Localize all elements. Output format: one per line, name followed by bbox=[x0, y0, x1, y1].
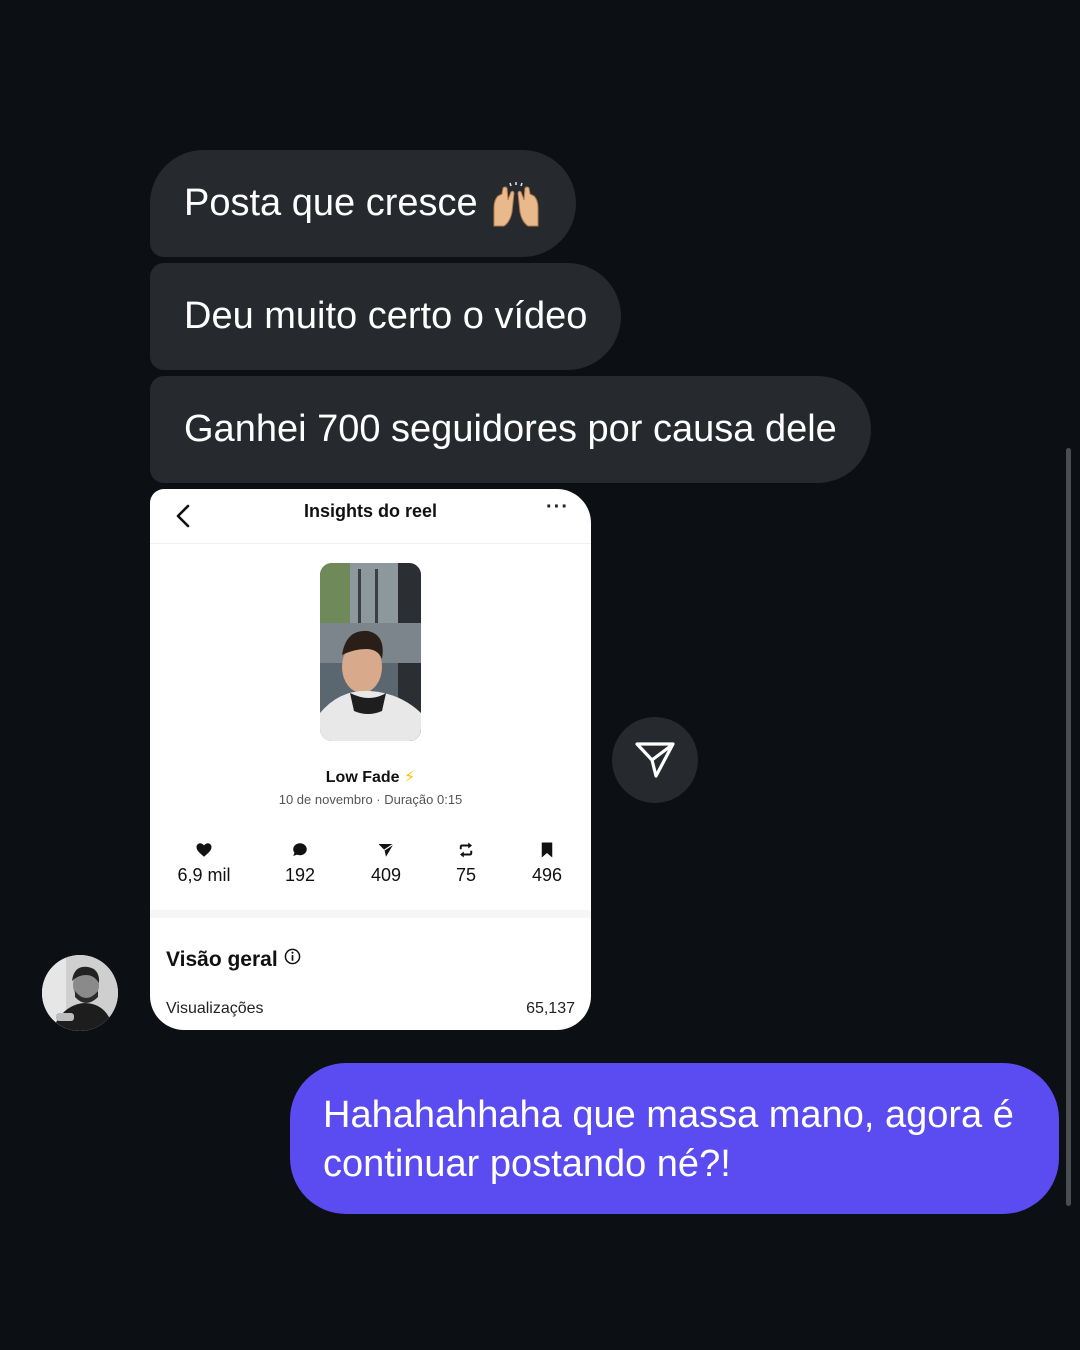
incoming-message[interactable]: Deu muito certo o vídeo bbox=[150, 263, 622, 370]
divider bbox=[150, 910, 591, 918]
repost-icon bbox=[459, 842, 473, 858]
card-title: Insights do reel bbox=[303, 501, 438, 521]
more-horizontal-icon: ··· bbox=[546, 496, 569, 518]
message-text: Deu muito certo o vídeo bbox=[184, 295, 588, 337]
lightning-emoji: ⚡ bbox=[404, 769, 416, 786]
incoming-message[interactable]: Ganhei 700 seguidores por causa dele bbox=[150, 376, 871, 483]
comment-icon bbox=[293, 843, 307, 856]
stat-value: 192 bbox=[284, 865, 316, 885]
reel-title-text: Low Fade bbox=[325, 769, 400, 786]
stat-value: 75 bbox=[455, 865, 477, 885]
outgoing-message[interactable]: Hahahahhaha que massa mano, agora é cont… bbox=[290, 1063, 1059, 1214]
reel-insights-card[interactable]: Insights do reel ··· Low Fade ⚡ 10 de no… bbox=[150, 489, 591, 1030]
views-value: 65,137 bbox=[526, 1000, 575, 1017]
stat-value: 6,9 mil bbox=[177, 865, 231, 885]
overview-title: Visão geral bbox=[166, 948, 278, 971]
message-text: Posta que cresce bbox=[184, 182, 478, 224]
overview-heading: Visão geral bbox=[166, 947, 301, 973]
stat-value: 409 bbox=[370, 865, 402, 885]
raising-hands-emoji-icon bbox=[493, 181, 539, 227]
share-button[interactable] bbox=[612, 717, 698, 803]
stat-shares: 409 bbox=[341, 841, 431, 886]
info-icon bbox=[284, 948, 301, 965]
views-label: Visualizações bbox=[166, 1000, 264, 1017]
heart-icon bbox=[196, 843, 212, 857]
stat-comments: 192 bbox=[255, 841, 345, 886]
stat-value: 496 bbox=[531, 865, 563, 885]
avatar[interactable] bbox=[42, 955, 118, 1031]
card-header: Insights do reel ··· bbox=[150, 489, 591, 544]
send-icon bbox=[635, 742, 675, 778]
stat-reposts: 75 bbox=[421, 841, 511, 886]
reel-meta: 10 de novembro · Duração 0:15 bbox=[278, 792, 463, 807]
bookmark-icon bbox=[541, 842, 553, 858]
incoming-message[interactable]: Posta que cresce bbox=[150, 150, 576, 257]
scrollbar[interactable] bbox=[1066, 448, 1071, 1206]
stat-saves: 496 bbox=[502, 841, 591, 886]
message-text: Ganhei 700 seguidores por causa dele bbox=[184, 408, 837, 450]
send-icon bbox=[378, 843, 394, 857]
reel-thumbnail bbox=[320, 563, 421, 741]
stat-likes: 6,9 mil bbox=[159, 841, 249, 886]
reel-title: Low Fade ⚡ bbox=[150, 768, 591, 788]
message-text: Hahahahhaha que massa mano, agora é cont… bbox=[323, 1094, 1014, 1185]
